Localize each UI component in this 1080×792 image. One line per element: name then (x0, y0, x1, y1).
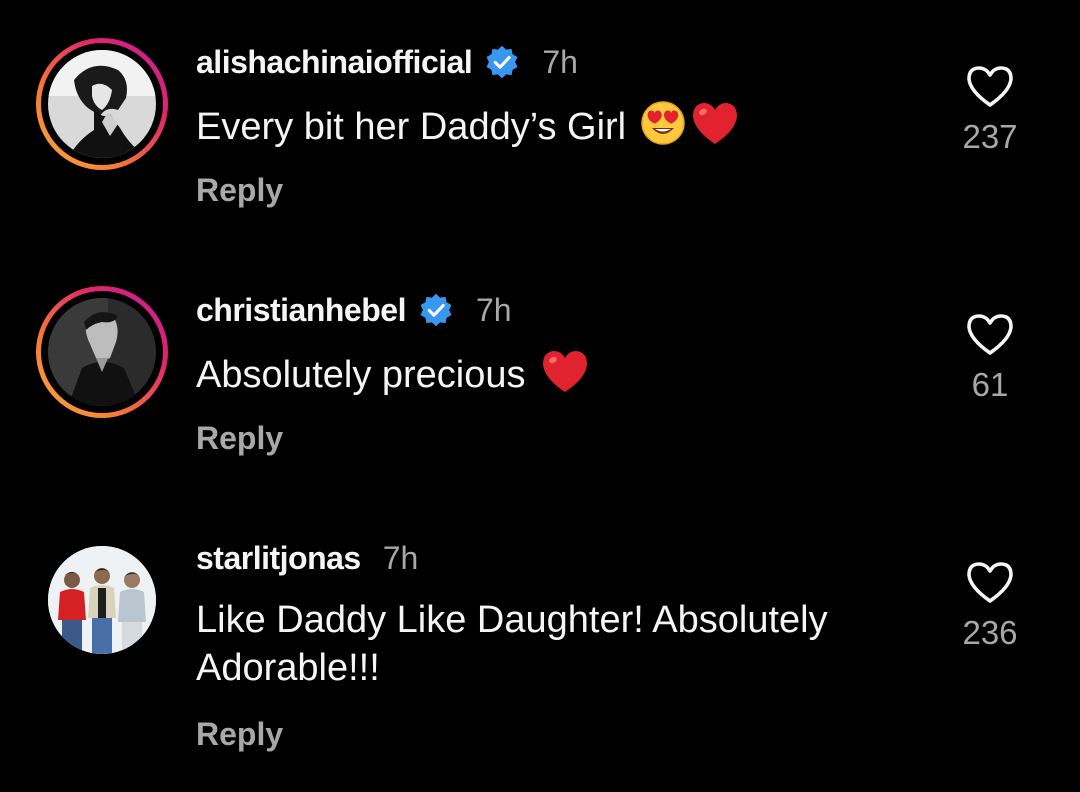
like-count: 237 (962, 118, 1018, 155)
comment-item: starlitjonas 7h Like Daddy Like Daughter… (0, 496, 1080, 752)
comment-item: alishachinaiofficial 7h Every bit her Da… (0, 0, 1080, 230)
red-heart-icon (690, 100, 740, 158)
username-link[interactable]: alishachinaiofficial (196, 44, 473, 81)
heart-outline-icon[interactable] (965, 560, 1015, 604)
like-count: 236 (962, 614, 1018, 651)
comment-header: alishachinaiofficial 7h (196, 40, 578, 84)
avatar[interactable] (48, 546, 156, 654)
comment-item: christianhebel 7h Absolutely precious Re… (0, 248, 1080, 478)
verified-badge-icon (420, 293, 452, 327)
comment-header: christianhebel 7h (196, 288, 512, 332)
heart-outline-icon[interactable] (965, 64, 1015, 108)
comment-body: Absolutely precious (196, 354, 526, 397)
comment-text: Absolutely precious (196, 348, 916, 406)
reply-button[interactable]: Reply (196, 420, 283, 457)
verified-badge-icon (486, 45, 518, 79)
like-group: 61 (940, 312, 1040, 404)
reply-button[interactable]: Reply (196, 716, 283, 753)
comment-body: Every bit her Daddy’s Girl (196, 106, 627, 149)
like-group: 237 (940, 64, 1040, 156)
like-group: 236 (940, 560, 1040, 652)
username-link[interactable]: starlitjonas (196, 540, 361, 577)
comment-time: 7h (475, 291, 512, 328)
comment-text: Every bit her Daddy’s Girl (196, 100, 916, 158)
heart-outline-icon[interactable] (965, 312, 1015, 356)
comment-time: 7h (382, 539, 419, 576)
username-link[interactable]: christianhebel (196, 292, 406, 329)
like-count: 61 (971, 366, 1009, 403)
smiling-face-with-heart-eyes-icon (640, 100, 686, 158)
avatar[interactable] (36, 286, 168, 418)
red-heart-icon (540, 348, 590, 406)
comment-body: Like Daddy Like Daughter! Absolutely Ado… (196, 599, 828, 689)
comment-time: 7h (542, 43, 578, 80)
comment-text: Like Daddy Like Daughter! Absolutely Ado… (196, 596, 916, 692)
comment-header: starlitjonas 7h (196, 536, 418, 580)
avatar[interactable] (36, 38, 168, 170)
reply-button[interactable]: Reply (196, 172, 283, 209)
